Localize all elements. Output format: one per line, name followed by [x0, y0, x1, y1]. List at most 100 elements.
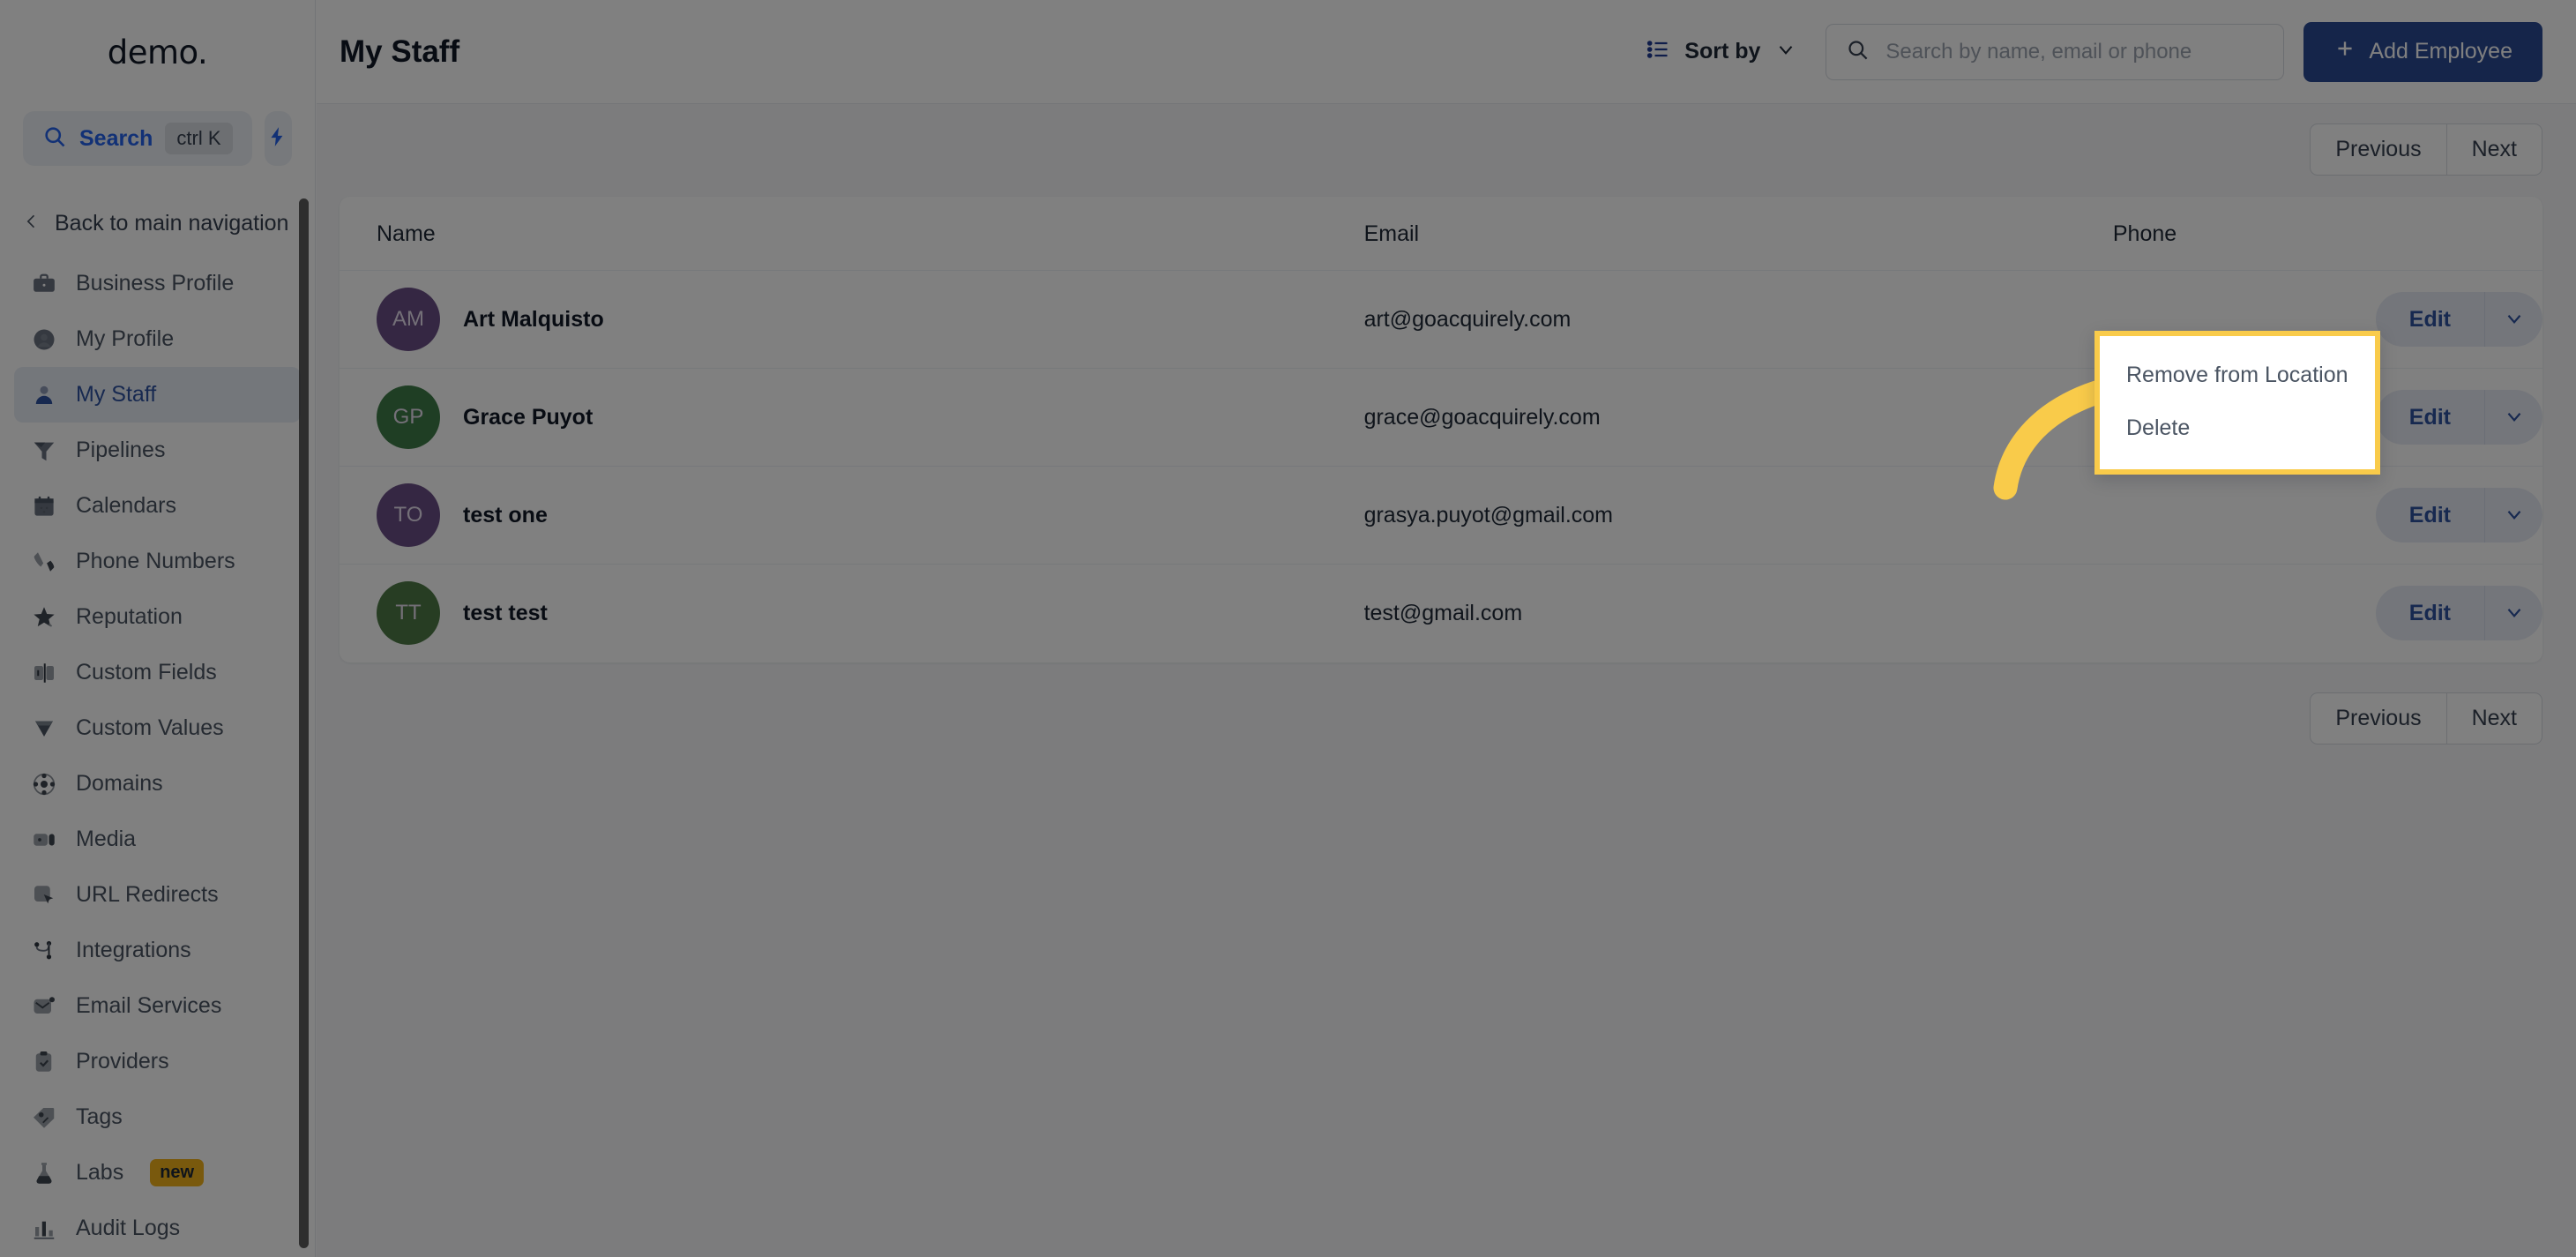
chevron-left-icon: [23, 210, 41, 237]
sidebar-item-label: Reputation: [76, 604, 183, 629]
briefcase-icon: [30, 270, 58, 298]
video-icon: [30, 826, 58, 854]
staff-name: Grace Puyot: [463, 404, 594, 430]
list-icon: [1646, 37, 1670, 66]
column-header-name: Name: [340, 197, 1364, 271]
avatar-initials: GP: [392, 405, 424, 429]
sidebar-item-label: Email Services: [76, 993, 222, 1018]
chevron-down-icon: [2503, 601, 2526, 626]
staff-email: grasya.puyot@gmail.com: [1363, 502, 1613, 527]
app-root: demo. Search ctrl K Back to main navigat…: [0, 0, 2576, 1257]
staff-email: grace@goacquirely.com: [1363, 404, 1601, 430]
plus-icon: [2333, 37, 2356, 66]
topbar-actions: Sort by Search by name, email or phone A…: [1637, 21, 2542, 82]
add-employee-label: Add Employee: [2369, 39, 2513, 64]
row-actions-caret-button[interactable]: [2484, 390, 2542, 445]
brand-text: demo.: [107, 33, 208, 71]
sidebar-item-integrations[interactable]: Integrations: [14, 923, 301, 978]
sidebar-item-label: URL Redirects: [76, 882, 219, 907]
sidebar-item-phone-numbers[interactable]: Phone Numbers: [14, 534, 301, 589]
quick-action-button[interactable]: [264, 111, 292, 166]
previous-button-bottom[interactable]: Previous: [2311, 693, 2445, 744]
row-actions-caret-button[interactable]: [2484, 292, 2542, 347]
sidebar-item-url-redirects[interactable]: URL Redirects: [14, 867, 301, 923]
sidebar-item-providers[interactable]: Providers: [14, 1034, 301, 1089]
row-actions-dropdown: Remove from Location Delete: [2094, 331, 2380, 475]
avatar: TT: [377, 581, 440, 646]
edit-button[interactable]: Edit: [2376, 488, 2484, 542]
chevron-down-icon: [2503, 503, 2526, 528]
sidebar-search-button[interactable]: Search ctrl K: [23, 111, 252, 166]
pagination-group-bottom: Previous Next: [2310, 692, 2542, 744]
sidebar-item-audit-logs[interactable]: Audit Logs: [14, 1201, 301, 1256]
chevron-down-icon: [2503, 405, 2526, 430]
search-icon: [42, 124, 67, 153]
sidebar-item-labs[interactable]: Labs new: [14, 1145, 301, 1201]
name-cell: TO test one: [340, 483, 1364, 547]
fields-icon: [30, 659, 58, 687]
dropdown-item-delete[interactable]: Delete: [2103, 405, 2371, 451]
sidebar-item-pipelines[interactable]: Pipelines: [14, 423, 301, 478]
row-action-group: Edit: [2375, 292, 2542, 347]
sidebar-item-reputation[interactable]: Reputation: [14, 589, 301, 645]
diamond-icon: [30, 715, 58, 743]
brand-logo: demo.: [0, 0, 315, 104]
row-action-group: Edit: [2375, 586, 2542, 641]
cell-email: art@goacquirely.com: [1363, 270, 2113, 369]
sidebar-item-label: Tags: [76, 1104, 123, 1129]
staff-name: test test: [463, 600, 548, 625]
sidebar-item-custom-fields[interactable]: Custom Fields: [14, 645, 301, 700]
funnel-icon: [30, 437, 58, 465]
sidebar-scrollbar[interactable]: [299, 198, 309, 1248]
flask-icon: [30, 1159, 58, 1187]
sidebar-item-business-profile[interactable]: Business Profile: [14, 256, 301, 311]
sidebar-item-calendars[interactable]: Calendars: [14, 478, 301, 534]
sidebar-item-label: Custom Fields: [76, 660, 217, 685]
sidebar-item-label: Calendars: [76, 493, 176, 518]
row-actions-caret-button[interactable]: [2484, 586, 2542, 641]
sidebar-nav: Business Profile My Profile My Staff Pipeli…: [0, 256, 315, 1256]
next-button-bottom[interactable]: Next: [2445, 692, 2542, 744]
sidebar-item-my-profile[interactable]: My Profile: [14, 311, 301, 367]
sidebar-item-label: Providers: [76, 1049, 169, 1074]
sidebar-item-my-staff[interactable]: My Staff: [14, 367, 301, 423]
pagination-top: Previous Next: [317, 104, 2576, 176]
edit-button[interactable]: Edit: [2376, 586, 2484, 640]
name-cell: GP Grace Puyot: [340, 385, 1364, 449]
previous-button-top[interactable]: Previous: [2311, 124, 2445, 175]
pagination-bottom: Previous Next: [317, 662, 2576, 744]
staff-name: test one: [463, 502, 548, 527]
sidebar-item-label: Pipelines: [76, 438, 166, 462]
cell-email: test@gmail.com: [1364, 565, 2113, 662]
staff-search-field[interactable]: [1826, 23, 2285, 80]
search-input[interactable]: [1885, 39, 2265, 64]
cell-phone-actions: Edit: [2113, 565, 2542, 662]
sidebar-item-custom-values[interactable]: Custom Values: [14, 700, 301, 756]
clipboard-check-icon: [30, 1048, 58, 1076]
sidebar-item-label: Business Profile: [76, 271, 235, 296]
back-to-main-navigation[interactable]: Back to main navigation: [0, 199, 315, 247]
row-actions-caret-button[interactable]: [2484, 488, 2542, 542]
add-employee-button[interactable]: Add Employee: [2303, 21, 2542, 82]
dropdown-item-remove-from-location[interactable]: Remove from Location: [2103, 352, 2371, 398]
lightning-bolt-icon: [266, 123, 289, 154]
globe-icon: [30, 770, 58, 798]
search-icon: [1846, 38, 1870, 66]
edit-button[interactable]: Edit: [2376, 390, 2484, 445]
sidebar-item-media[interactable]: Media: [14, 812, 301, 867]
sidebar-item-email-services[interactable]: Email Services: [14, 978, 301, 1034]
edit-button[interactable]: Edit: [2376, 292, 2484, 347]
sidebar-item-tags[interactable]: Tags: [14, 1089, 301, 1145]
sidebar-item-badge: new: [150, 1159, 205, 1186]
next-button-top[interactable]: Next: [2445, 124, 2542, 175]
cell-name: AM Art Malquisto: [340, 270, 1364, 369]
nodes-icon: [30, 937, 58, 965]
column-header-phone: Phone: [2112, 197, 2542, 271]
sidebar-item-label: Custom Values: [76, 715, 224, 740]
sidebar-item-label: Media: [76, 827, 137, 851]
user-icon: [30, 381, 58, 409]
table-head: Name Email Phone: [340, 197, 2542, 271]
sort-by-control[interactable]: Sort by: [1637, 37, 1806, 66]
sidebar-item-domains[interactable]: Domains: [14, 756, 301, 812]
sidebar-search-label: Search: [79, 125, 153, 151]
